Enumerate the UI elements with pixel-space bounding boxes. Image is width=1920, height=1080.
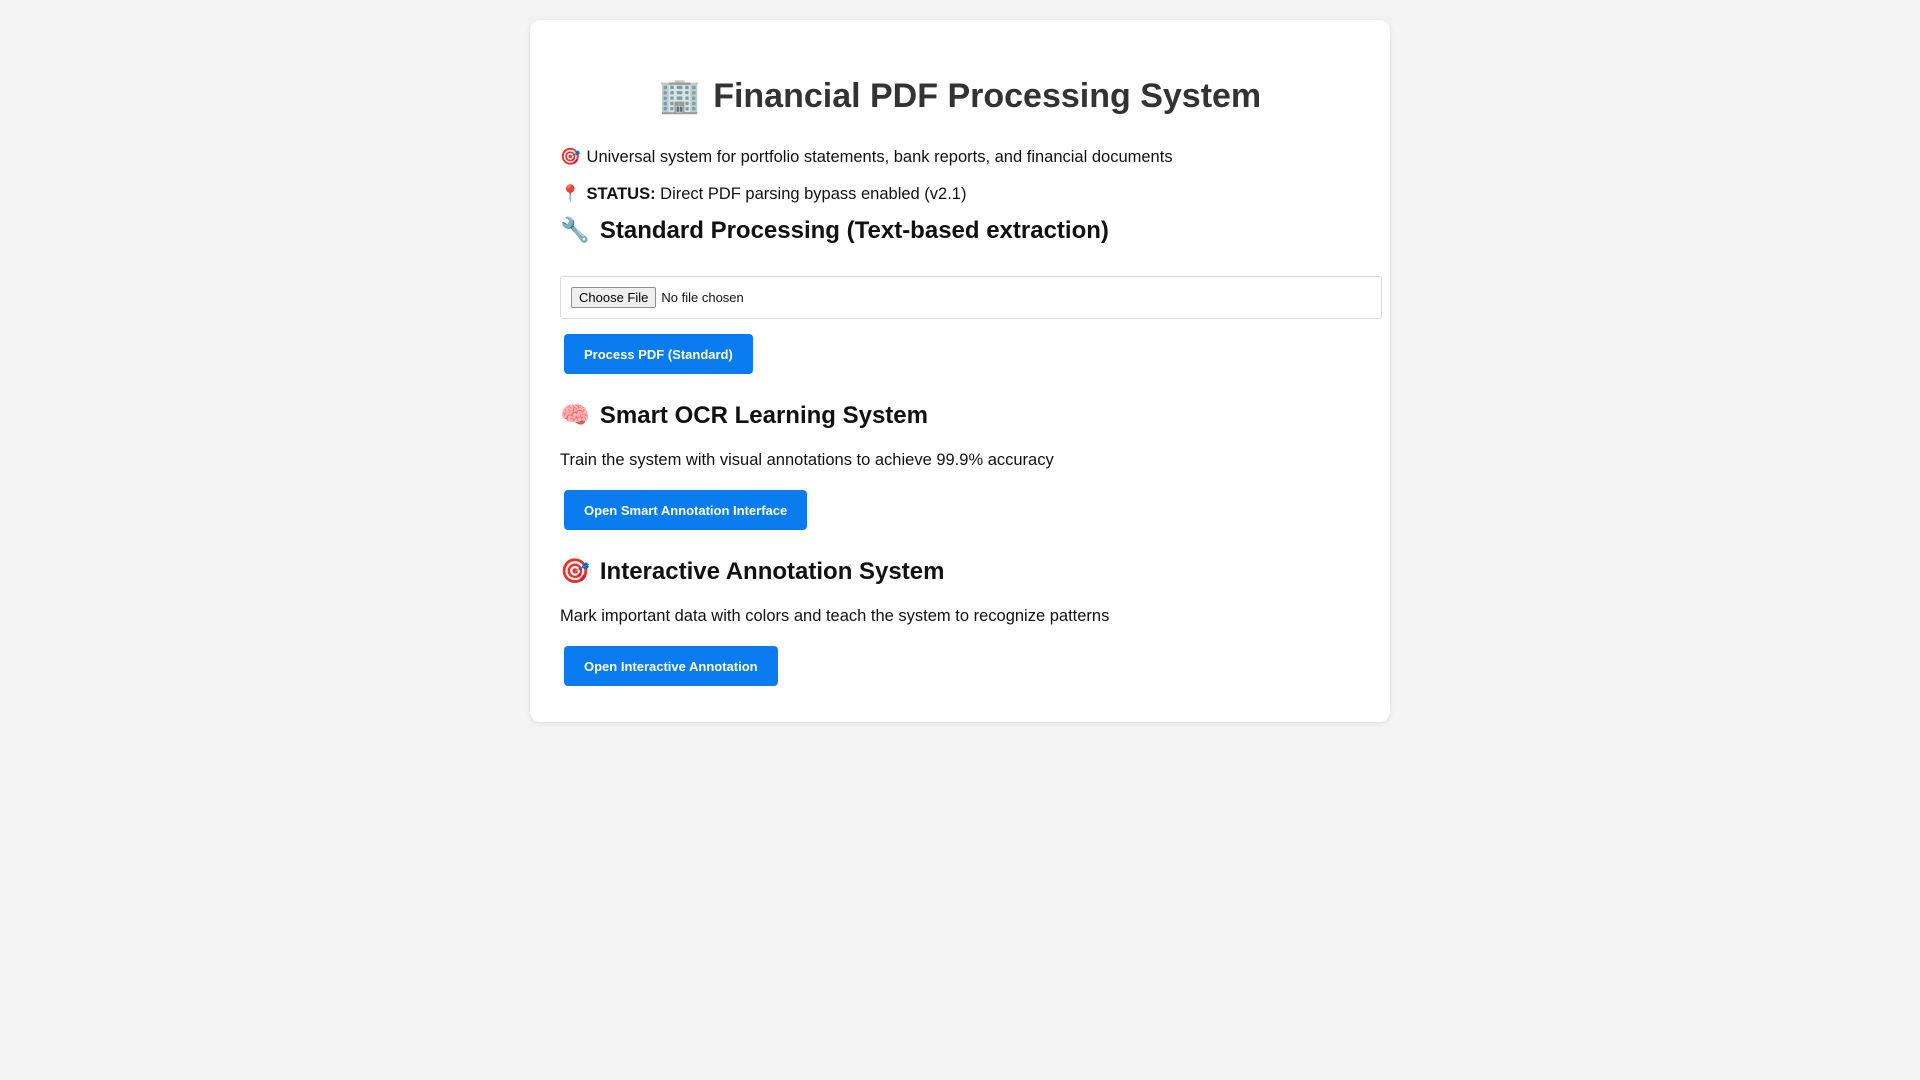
status-line: 📍 STATUS: Direct PDF parsing bypass enabl… — [560, 183, 966, 205]
pin-icon: 📍 — [560, 185, 581, 203]
wrench-icon: 🔧 — [560, 217, 590, 244]
file-status-text: No file chosen — [661, 290, 744, 305]
page-title-text: Financial PDF Processing System — [713, 77, 1262, 115]
smart-ocr-heading: 🧠 Smart OCR Learning System — [560, 401, 928, 431]
choose-file-button[interactable]: Choose File — [571, 287, 657, 308]
interactive-annotation-heading-text: Interactive Annotation System — [599, 558, 945, 585]
open-interactive-annotation-button[interactable]: Open Interactive Annotation — [564, 646, 778, 686]
target-icon: 🎯 — [560, 148, 581, 166]
target-icon: 🎯 — [560, 558, 590, 585]
main-card: 🏢 Financial PDF Processing System 🎯 Univer… — [530, 20, 1390, 722]
interactive-annotation-heading: 🎯 Interactive Annotation System — [560, 557, 944, 587]
file-input[interactable]: Choose File No file chosen — [560, 276, 1382, 319]
brain-icon: 🧠 — [560, 402, 590, 429]
system-description: 🎯 Universal system for portfolio statemen… — [560, 146, 1173, 168]
interactive-annotation-description: Mark important data with colors and teac… — [560, 607, 1110, 625]
status-text: Direct PDF parsing bypass enabled (v2.1) — [655, 185, 967, 203]
system-description-text: Universal system for portfolio statement… — [586, 148, 1173, 166]
process-pdf-standard-button[interactable]: Process PDF (Standard) — [564, 334, 753, 374]
office-building-icon: 🏢 — [658, 77, 702, 115]
standard-processing-heading: 🔧 Standard Processing (Text-based extract… — [560, 216, 1109, 246]
standard-processing-heading-text: Standard Processing (Text-based extracti… — [599, 217, 1109, 244]
status-label: STATUS: — [586, 185, 656, 203]
page-title: 🏢 Financial PDF Processing System — [530, 76, 1390, 116]
smart-ocr-description: Train the system with visual annotations… — [560, 451, 1054, 469]
open-smart-annotation-button[interactable]: Open Smart Annotation Interface — [564, 490, 808, 530]
smart-ocr-heading-text: Smart OCR Learning System — [599, 402, 928, 429]
